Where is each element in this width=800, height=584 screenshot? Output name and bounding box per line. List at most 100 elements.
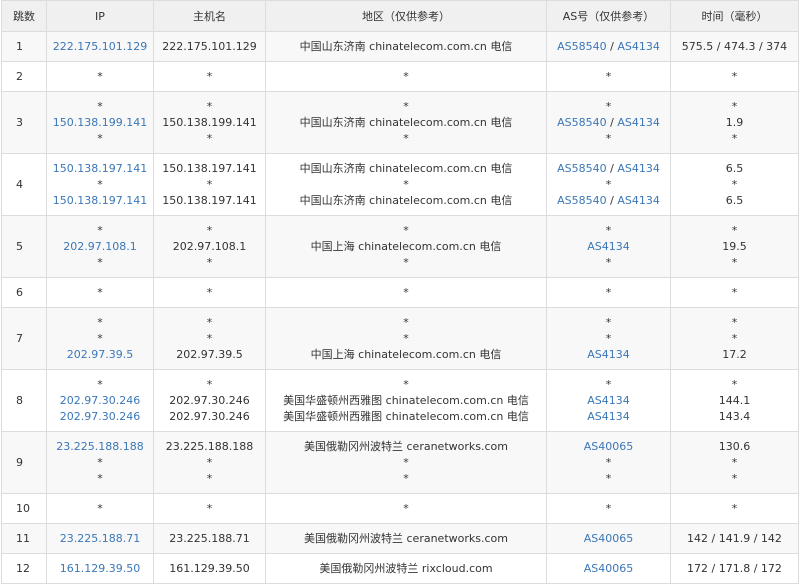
ip-link[interactable]: 150.138.197.141 [50, 161, 150, 177]
hostname-text: * [206, 177, 213, 191]
as-link[interactable]: AS4134 [617, 40, 660, 53]
as-link[interactable]: AS4134 [587, 394, 630, 407]
as-link[interactable]: AS40065 [584, 440, 634, 453]
time-text: 130.6 [718, 439, 751, 453]
region-text: 中国山东济南 chinatelecom.com.cn 电信 [299, 161, 513, 175]
as-link[interactable]: AS58540 [557, 40, 607, 53]
ip-cell: * 202.97.108.1 * [46, 215, 154, 278]
hostname-cell: * 202.97.30.246 202.97.30.246 [153, 369, 266, 432]
as-line: * [550, 471, 667, 487]
as-link: * [605, 99, 612, 113]
table-row: 2 * * * * * [1, 61, 799, 92]
table-row: 5 * 202.97.108.1 * * 202.97.108.1 * * 中国上海 china… [1, 215, 799, 278]
as-link[interactable]: AS58540 [557, 194, 607, 207]
as-link[interactable]: AS58540 [557, 162, 607, 175]
ip-link[interactable]: 161.129.39.50 [50, 561, 150, 577]
ip-link[interactable]: 222.175.101.129 [50, 39, 150, 55]
ip-link: * [97, 501, 103, 515]
hostname-text: * [206, 501, 213, 515]
hop-cell: 11 [1, 523, 47, 554]
region-text: 美国俄勒冈州波特兰 ceranetworks.com [304, 439, 508, 453]
ip-link[interactable]: 150.138.197.141 [50, 193, 150, 209]
as-cell: * AS4134 * [546, 215, 671, 278]
time-text: 575.5 / 474.3 / 374 [681, 39, 788, 53]
ip-link[interactable]: 202.97.108.1 [50, 239, 150, 255]
ip-link[interactable]: 23.225.188.188 [50, 439, 150, 455]
ip-cell: * [46, 493, 154, 524]
as-link: * [605, 177, 612, 191]
hostname-text: 150.138.197.141 [162, 193, 257, 207]
as-cell: * [546, 277, 671, 308]
as-link[interactable]: AS4134 [587, 348, 630, 361]
as-link[interactable]: AS4134 [587, 240, 630, 253]
hostname-text: 161.129.39.50 [169, 561, 250, 575]
hop-cell: 2 [1, 61, 47, 92]
ip-cell: 222.175.101.129 [46, 31, 154, 62]
ip-cell: * 202.97.30.246 202.97.30.246 [46, 369, 154, 432]
ip-link: * [97, 99, 103, 113]
as-line: * [550, 69, 667, 85]
region-text: 中国山东济南 chinatelecom.com.cn 电信 [299, 39, 513, 53]
as-line: AS4134 [550, 239, 667, 255]
region-cell: 中国山东济南 chinatelecom.com.cn 电信 [265, 31, 547, 62]
as-line: AS58540 / AS4134 [550, 115, 667, 131]
hostname-cell: 222.175.101.129 [153, 31, 266, 62]
hostname-text: 222.175.101.129 [162, 39, 257, 53]
time-cell: 6.5 * 6.5 [670, 153, 799, 216]
time-text: 17.2 [722, 347, 747, 361]
ip-cell: * 150.138.199.141 * [46, 91, 154, 154]
as-link[interactable]: AS4134 [617, 116, 660, 129]
ip-link[interactable]: 202.97.39.5 [50, 347, 150, 363]
as-link: * [605, 315, 612, 329]
time-text: 6.5 [725, 193, 744, 207]
as-cell: * [546, 493, 671, 524]
region-text: 中国上海 chinatelecom.com.cn 电信 [310, 347, 502, 361]
as-link[interactable]: AS4134 [617, 194, 660, 207]
hostname-header: 主机名 [153, 0, 266, 32]
as-line: AS4134 [550, 393, 667, 409]
as-separator: / [606, 161, 618, 175]
time-text: * [731, 177, 738, 191]
ip-link: * [97, 131, 103, 145]
ip-link[interactable]: 202.97.30.246 [50, 409, 150, 425]
hop-cell: 1 [1, 31, 47, 62]
time-text: 19.5 [722, 239, 747, 253]
as-line: * [550, 131, 667, 147]
time-cell: * 19.5 * [670, 215, 799, 278]
time-cell: 575.5 / 474.3 / 374 [670, 31, 799, 62]
ip-link: * [97, 315, 103, 329]
table-row: 7 * * 202.97.39.5 * * 202.97.39.5 * * 中国上海 chinat… [1, 307, 799, 370]
as-line: * [550, 331, 667, 347]
region-cell: 美国俄勒冈州波特兰 ceranetworks.com [265, 523, 547, 554]
ip-link[interactable]: 23.225.188.71 [50, 531, 150, 547]
region-cell: * 美国华盛顿州西雅图 chinatelecom.com.cn 电信 美国华盛顿州西… [265, 369, 547, 432]
hostname-cell: 161.129.39.50 [153, 553, 266, 584]
region-text: * [403, 377, 409, 391]
ip-link[interactable]: 202.97.30.246 [50, 393, 150, 409]
as-link[interactable]: AS4134 [617, 162, 660, 175]
region-text: 美国华盛顿州西雅图 chinatelecom.com.cn 电信 [283, 409, 529, 423]
hop-cell: 5 [1, 215, 47, 278]
time-text: * [731, 255, 738, 269]
region-text: * [403, 315, 409, 329]
time-text: 142 / 141.9 / 142 [687, 531, 782, 545]
as-link: * [605, 131, 612, 145]
as-line: * [550, 99, 667, 115]
hostname-text: 23.225.188.71 [169, 531, 250, 545]
as-separator: / [606, 115, 618, 129]
ip-link: * [97, 331, 103, 345]
time-text: * [731, 471, 738, 485]
hostname-cell: * * 202.97.39.5 [153, 307, 266, 370]
region-text: * [403, 285, 409, 299]
as-line: * [550, 255, 667, 271]
hostname-cell: * [153, 493, 266, 524]
as-link[interactable]: AS58540 [557, 116, 607, 129]
time-text: 144.1 [718, 393, 751, 407]
ip-link[interactable]: 150.138.199.141 [50, 115, 150, 131]
as-link[interactable]: AS40065 [584, 532, 634, 545]
hostname-text: 202.97.30.246 [169, 409, 250, 423]
hostname-cell: * 202.97.108.1 * [153, 215, 266, 278]
as-link[interactable]: AS4134 [587, 410, 630, 423]
as-link[interactable]: AS40065 [584, 562, 634, 575]
time-header: 时间（毫秒） [670, 0, 799, 32]
